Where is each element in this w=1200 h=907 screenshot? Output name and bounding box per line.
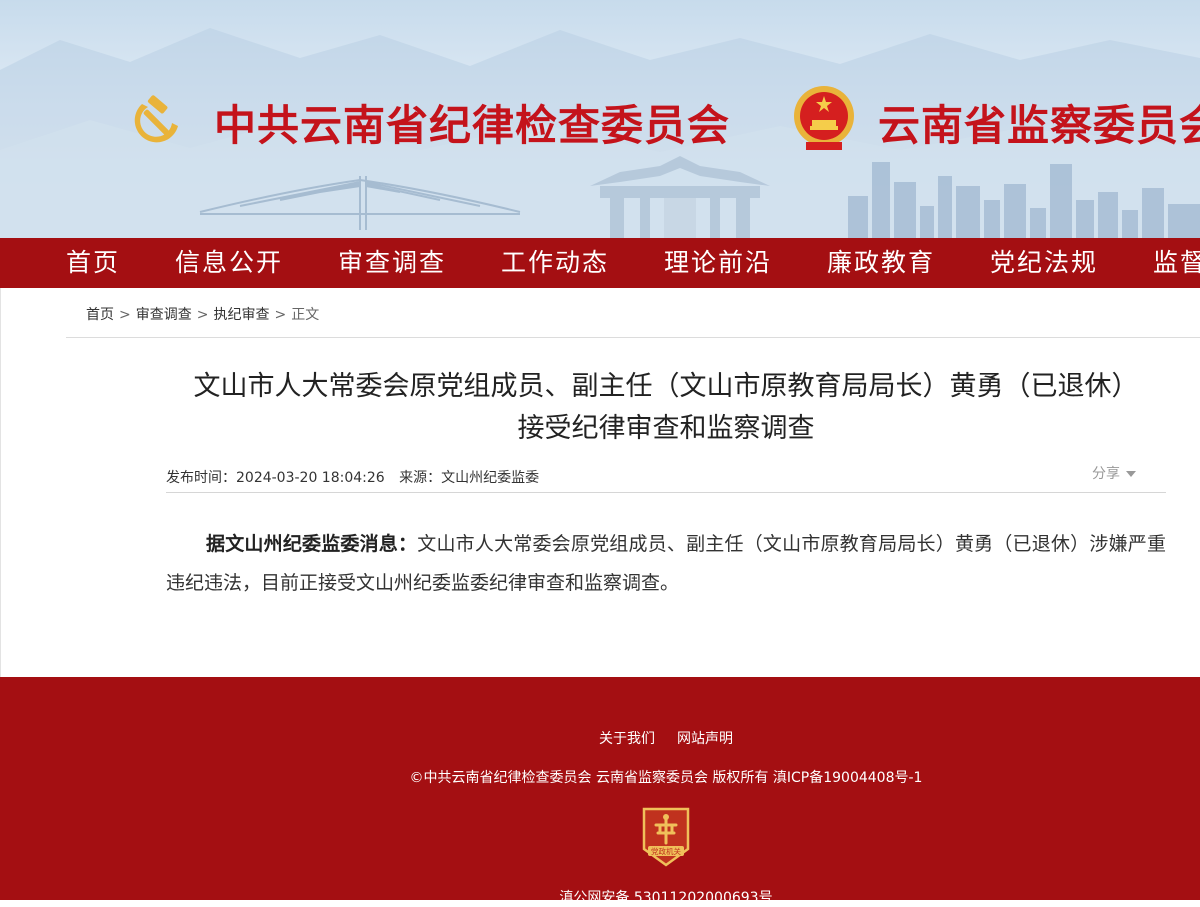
gov-agency-badge-icon[interactable]: 党政机关 — [640, 805, 692, 867]
share-label: 分享 — [1092, 466, 1120, 482]
nav-item-regulations[interactable]: 党纪法规 — [990, 238, 1098, 288]
footer-link-statement[interactable]: 网站声明 — [677, 731, 733, 747]
article-title-line-2: 接受纪律审查和监察调查 — [517, 413, 815, 444]
breadcrumb-home[interactable]: 首页 — [86, 307, 114, 323]
breadcrumb-separator: > — [274, 307, 287, 323]
meta-divider — [166, 492, 1166, 493]
footer: 关于我们 网站声明 ©中共云南省纪律检查委员会 云南省监察委员会 版权所有 滇IC… — [0, 677, 1200, 906]
nav-item-education[interactable]: 廉政教育 — [827, 238, 935, 288]
police-record-text[interactable]: 滇公网安备 53011202000693号 — [0, 887, 1200, 907]
source-label: 来源： — [399, 470, 442, 486]
nav-item-supervision[interactable]: 监督 — [1153, 238, 1200, 288]
breadcrumb-divider — [66, 337, 1200, 338]
supervisory-commission-title: 云南省监察委员会 — [878, 101, 1200, 150]
breadcrumb-separator: > — [196, 307, 209, 323]
nav-item-home[interactable]: 首页 — [66, 238, 120, 288]
footer-link-about[interactable]: 关于我们 — [599, 731, 655, 747]
article-source: 来源：文山州纪委监委 — [399, 470, 539, 486]
nav-item-review[interactable]: 审查调查 — [338, 238, 446, 288]
caret-down-icon — [1126, 471, 1136, 477]
main-navigation: 首页 信息公开 审查调查 工作动态 理论前沿 廉政教育 党纪法规 监督 — [0, 238, 1200, 288]
article-title-line-1: 文山市人大常委会原党组成员、副主任（文山市原教育局局长）黄勇（已退休） — [193, 371, 1139, 402]
breadcrumb: 首页 > 审查调查 > 执纪审查 > 正文 — [86, 304, 319, 324]
nav-item-news[interactable]: 工作动态 — [501, 238, 609, 288]
article-title: 文山市人大常委会原党组成员、副主任（文山市原教育局局长）黄勇（已退休） 接受纪律… — [166, 366, 1166, 450]
breadcrumb-current: 正文 — [291, 307, 320, 323]
breadcrumb-review[interactable]: 审查调查 — [136, 307, 192, 323]
nav-item-info[interactable]: 信息公开 — [175, 238, 283, 288]
publish-label: 发布时间： — [166, 470, 236, 486]
article-lead: 据文山州纪委监委消息： — [206, 533, 418, 555]
share-button[interactable]: 分享 — [1092, 463, 1136, 483]
national-emblem-icon — [794, 86, 854, 150]
breadcrumb-separator: > — [119, 307, 131, 323]
nav-item-theory[interactable]: 理论前沿 — [664, 238, 772, 288]
article-meta: 发布时间：2024-03-20 18:04:26 来源：文山州纪委监委 — [166, 467, 549, 487]
header-banner: 中共云南省纪律检查委员会 云南省监察委员会 — [0, 0, 1200, 238]
article-body: 据文山州纪委监委消息：文山市人大常委会原党组成员、副主任（文山市原教育局局长）黄… — [166, 525, 1166, 603]
breadcrumb-discipline[interactable]: 执纪审查 — [213, 307, 269, 323]
publish-value: 2024-03-20 18:04:26 — [236, 470, 385, 486]
publish-time: 发布时间：2024-03-20 18:04:26 — [166, 470, 385, 486]
copyright-text: ©中共云南省纪律检查委员会 云南省监察委员会 版权所有 滇ICP备1900440… — [409, 770, 923, 786]
footer-links: 关于我们 网站声明 — [0, 728, 1200, 748]
source-value: 文山州纪委监委 — [441, 470, 540, 486]
svg-text:党政机关: 党政机关 — [651, 846, 681, 856]
party-emblem-icon — [134, 95, 178, 143]
party-commission-title: 中共云南省纪律检查委员会 — [214, 101, 731, 150]
